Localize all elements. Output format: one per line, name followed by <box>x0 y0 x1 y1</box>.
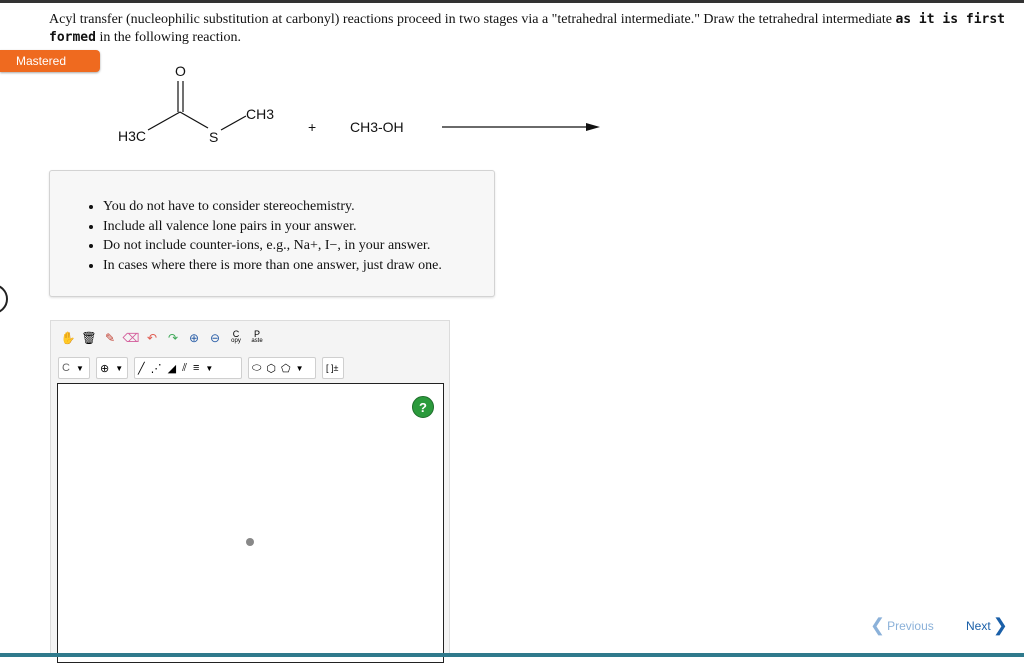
instruction-item: You do not have to consider stereochemis… <box>103 197 442 217</box>
instruction-item: Do not include counter-ions, e.g., Na+, … <box>103 236 442 256</box>
zoom-out-icon[interactable]: ⊖ <box>205 328 225 348</box>
methanol-reagent: CH3-OH <box>350 119 404 135</box>
wedge-bond-icon[interactable]: ◢ <box>168 362 176 375</box>
oxygen-atom: O <box>175 63 186 79</box>
next-label: Next <box>966 618 991 633</box>
paste-button[interactable]: P aste <box>247 328 267 348</box>
top-border <box>0 0 1024 3</box>
pencil-icon[interactable]: ✎ <box>100 328 120 348</box>
zoom-in-icon[interactable]: ⊕ <box>184 328 204 348</box>
question-part2: in the following reaction. <box>95 30 241 45</box>
reaction-scheme: O H3C S CH3 + CH3-OH <box>100 60 620 155</box>
redo-icon[interactable]: ↷ <box>163 328 183 348</box>
methyl-right: CH3 <box>246 106 275 122</box>
chevron-down-icon[interactable]: ▼ <box>205 364 213 373</box>
chevron-down-icon[interactable]: ▼ <box>296 364 304 373</box>
bottom-bar <box>0 653 1024 657</box>
circle-icon <box>0 284 8 314</box>
bond-tools[interactable]: ╱ ⋰ ◢ ⫽ ≡ ▼ <box>134 357 242 379</box>
cursor-dot <box>246 538 254 546</box>
previous-label: Previous <box>887 618 934 633</box>
plus-sign: + <box>308 119 317 135</box>
undo-icon[interactable]: ↶ <box>142 328 162 348</box>
single-bond-icon[interactable]: ╱ <box>138 362 145 375</box>
paste-small-label: aste <box>251 338 263 344</box>
drawing-canvas[interactable] <box>57 383 444 663</box>
instructions-box: You do not have to consider stereochemis… <box>49 170 495 297</box>
ring-tools[interactable]: ⬭ ⬡ ⬠ ▼ <box>248 357 316 379</box>
chevron-down-icon: ▼ <box>75 363 84 373</box>
next-button[interactable]: Next ❯ <box>966 615 1008 636</box>
sulfur-atom: S <box>209 129 219 145</box>
bracket-label: [ ]± <box>326 363 339 373</box>
instruction-item: Include all valence lone pairs in your a… <box>103 217 442 237</box>
methyl-left: H3C <box>118 128 147 144</box>
copy-button[interactable]: C opy <box>226 328 246 348</box>
chevron-left-icon: ❮ <box>870 615 886 635</box>
ring-icon[interactable]: ⬭ <box>252 362 261 375</box>
triple-bond-icon[interactable]: ≡ <box>193 362 199 374</box>
chevron-right-icon: ❯ <box>992 615 1008 635</box>
paste-label: P <box>253 329 260 339</box>
charge-label: ⊕ <box>100 362 110 375</box>
benzene-icon[interactable]: ⬡ <box>266 362 276 375</box>
editor-toolbar-top: ✋ 🗑 ✎ ⌫ ↶ ↷ ⊕ ⊖ C opy P aste <box>58 327 268 349</box>
question-text: Acyl transfer (nucleophilic substitution… <box>49 11 1009 47</box>
instruction-item: In cases where there is more than one an… <box>103 256 442 276</box>
chevron-down-icon: ▼ <box>115 363 124 373</box>
editor-toolbar-bottom: C ▼ ⊕ ▼ ╱ ⋰ ◢ ⫽ ≡ ▼ ⬭ ⬡ ⬠ ▼ [ ]± <box>58 357 350 379</box>
copy-label: C <box>232 329 240 339</box>
previous-button[interactable]: ❮ Previous <box>870 615 934 636</box>
pentagon-icon[interactable]: ⬠ <box>281 362 291 375</box>
copy-small-label: opy <box>231 338 241 344</box>
element-label: C <box>62 362 70 374</box>
instructions-list: You do not have to consider stereochemis… <box>50 197 442 275</box>
double-bond-icon[interactable]: ⫽ <box>182 362 187 375</box>
charge-selector[interactable]: ⊕ ▼ <box>96 357 128 379</box>
hand-icon[interactable]: ✋ <box>58 328 78 348</box>
question-part1: Acyl transfer (nucleophilic substitution… <box>49 12 896 27</box>
bracket-tool[interactable]: [ ]± <box>322 357 344 379</box>
help-icon[interactable]: ? <box>412 396 434 418</box>
clear-icon[interactable]: 🗑 <box>79 328 99 348</box>
eraser-icon[interactable]: ⌫ <box>121 328 141 348</box>
element-selector[interactable]: C ▼ <box>58 357 90 379</box>
hashed-bond-icon[interactable]: ⋰ <box>151 362 162 375</box>
status-badge: Mastered <box>0 50 100 72</box>
